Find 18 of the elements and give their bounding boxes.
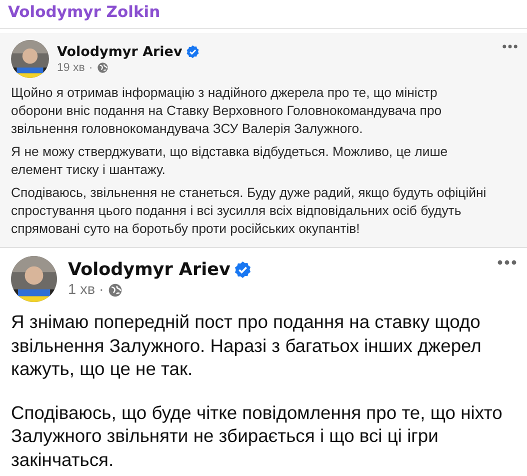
separator-dot: ·: [88, 62, 93, 74]
globe-icon: [96, 62, 108, 74]
globe-icon: [108, 282, 122, 298]
post-paragraph: Я знімаю попередній пост про подання на ставку щодо звільнення Залужного. Наразі з багатьох інших джерел кажуть, що це не так.: [11, 310, 482, 380]
author-name[interactable]: Volodymyr Ariev: [57, 44, 182, 60]
more-options-icon[interactable]: [497, 260, 517, 265]
post-paragraph: Щойно я отримав інформацію з надійного джерела про те, що міністр оборони вніс подання на Ставку Верховного Головнокомандувача про звільнення головнокомандувача ЗСУ Валерія Залужного.: [11, 84, 443, 138]
avatar[interactable]: [11, 256, 57, 302]
post-time[interactable]: 19 хв: [57, 62, 85, 74]
author-name[interactable]: Volodymyr Ariev: [68, 260, 230, 280]
post-paragraph: Сподіваюсь, звільнення не станеться. Буду дуже радий, якщо будуть офіційні спростування цього подання і всі зусилля всіх відповідальних осіб будуть спрямовані суто на боротьбу проти російських окупантів!: [11, 184, 488, 238]
post-time[interactable]: 1 хв: [68, 282, 96, 298]
avatar[interactable]: [11, 40, 49, 78]
post-paragraph: Я не можу стверджувати, що відставка відбудеться. Можливо, це лише елемент тиску і шантажу.: [11, 143, 449, 179]
more-options-icon[interactable]: [502, 44, 518, 49]
sender-name[interactable]: Volodymyr Zolkin: [8, 3, 160, 21]
separator-dot: ·: [99, 282, 104, 298]
post-paragraph: Сподіваюсь, що буде чітке повідомлення про те, що ніхто Залужного звільняти не збирається і що всі ці ігри закінчаться.: [11, 400, 504, 471]
